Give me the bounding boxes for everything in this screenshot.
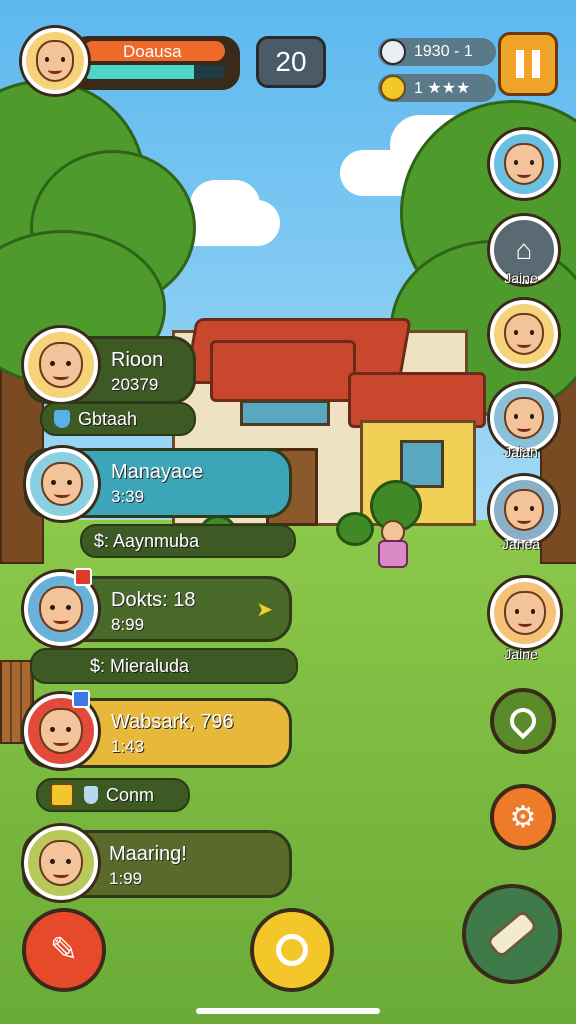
star-badge-icon	[380, 75, 406, 101]
friend-name: Maaring!	[109, 843, 187, 865]
friend-avatar[interactable]	[24, 328, 98, 402]
location-pin-icon	[504, 702, 542, 740]
friend-status-strip: $: Mieraluda	[30, 648, 298, 684]
friend-avatar[interactable]	[26, 448, 98, 520]
pause-button[interactable]	[498, 32, 558, 96]
friend-status-strip: $: Aaynmuba	[80, 524, 296, 558]
neighbor-avatar[interactable]	[490, 130, 558, 198]
build-button[interactable]	[462, 884, 562, 984]
house-window	[400, 440, 444, 488]
neighbor-label: Jaine	[504, 646, 538, 662]
coin-count: 1930 - 1	[414, 43, 473, 60]
neighbor-label: Jaine	[504, 270, 538, 286]
player-avatar[interactable]	[22, 28, 88, 94]
arrow-right-icon[interactable]: ➤	[256, 597, 273, 622]
shield-icon	[84, 786, 98, 804]
house-icon: ⌂	[515, 234, 533, 265]
coin-icon	[380, 39, 406, 65]
player-name: Doausa	[123, 42, 182, 61]
avatar-face	[504, 312, 544, 356]
avatar-face	[39, 341, 83, 389]
build-icon	[485, 908, 539, 960]
avatar-face	[504, 488, 544, 532]
friend-status-label: Conm	[106, 784, 155, 805]
neighbor-avatar[interactable]	[490, 300, 558, 368]
player-name-bar: Doausa	[70, 36, 240, 90]
xp-bar-fill	[83, 65, 194, 79]
neighbor-avatar[interactable]	[490, 578, 560, 648]
friend-name: Wabsark, 796	[111, 711, 234, 733]
neighbor-label: Jaian	[504, 444, 538, 460]
trophy-icon	[50, 783, 74, 807]
level-badge[interactable]: 20	[256, 36, 326, 88]
friend-status-label: Gbtaah	[78, 408, 138, 429]
shield-icon	[54, 410, 70, 428]
avatar-face	[504, 142, 544, 186]
friend-name: Manayace	[111, 461, 204, 483]
hammer-icon: ✎	[49, 931, 79, 969]
friend-status-strip: Gbtaah	[40, 402, 196, 436]
friend-status-label: $: Mieraluda	[90, 655, 190, 676]
level-number: 20	[275, 46, 307, 77]
friend-avatar[interactable]	[24, 826, 98, 900]
avatar-face	[40, 461, 84, 507]
location-button[interactable]	[490, 688, 556, 754]
home-indicator	[196, 1008, 380, 1014]
bush	[336, 512, 374, 546]
friend-status-strip: Conm	[36, 778, 190, 812]
pause-icon	[516, 50, 524, 78]
coin-counter[interactable]: 1930 - 1	[378, 38, 496, 66]
villager-character[interactable]	[378, 520, 408, 574]
avatar-face	[35, 40, 75, 82]
player-name-banner: Doausa	[83, 41, 225, 61]
friend-name: Rioon	[111, 349, 164, 371]
avatar-face	[39, 839, 83, 887]
avatar-face	[504, 591, 546, 635]
friend-score: 20379	[111, 375, 159, 394]
avatar-face	[39, 707, 83, 755]
friend-score: 1:43	[111, 737, 145, 756]
friend-name: Dokts: 18	[111, 589, 196, 611]
house-roof	[210, 340, 356, 402]
search-button[interactable]	[250, 908, 334, 992]
hammer-button[interactable]: ✎	[22, 908, 106, 992]
notification-badge	[74, 568, 92, 586]
notification-badge	[72, 690, 90, 708]
star-count: 1 ★★★	[414, 80, 471, 97]
xp-bar	[83, 65, 225, 79]
house-window	[240, 400, 330, 426]
star-counter[interactable]: 1 ★★★	[378, 74, 496, 102]
friend-status-label: $: Aaynmuba	[94, 530, 200, 551]
search-icon	[276, 934, 308, 966]
avatar-face	[39, 585, 83, 633]
neighbor-avatar[interactable]	[490, 384, 558, 452]
friend-score: 3:39	[111, 487, 145, 506]
friend-score: 8:99	[111, 615, 145, 634]
neighbor-avatar[interactable]	[490, 476, 558, 544]
settings-button[interactable]: ⚙	[490, 784, 556, 850]
friend-score: 1:99	[109, 869, 143, 888]
neighbor-label: Janea	[501, 536, 541, 552]
avatar-face	[504, 396, 544, 440]
cloud	[190, 180, 260, 230]
gear-icon: ⚙	[509, 800, 537, 834]
